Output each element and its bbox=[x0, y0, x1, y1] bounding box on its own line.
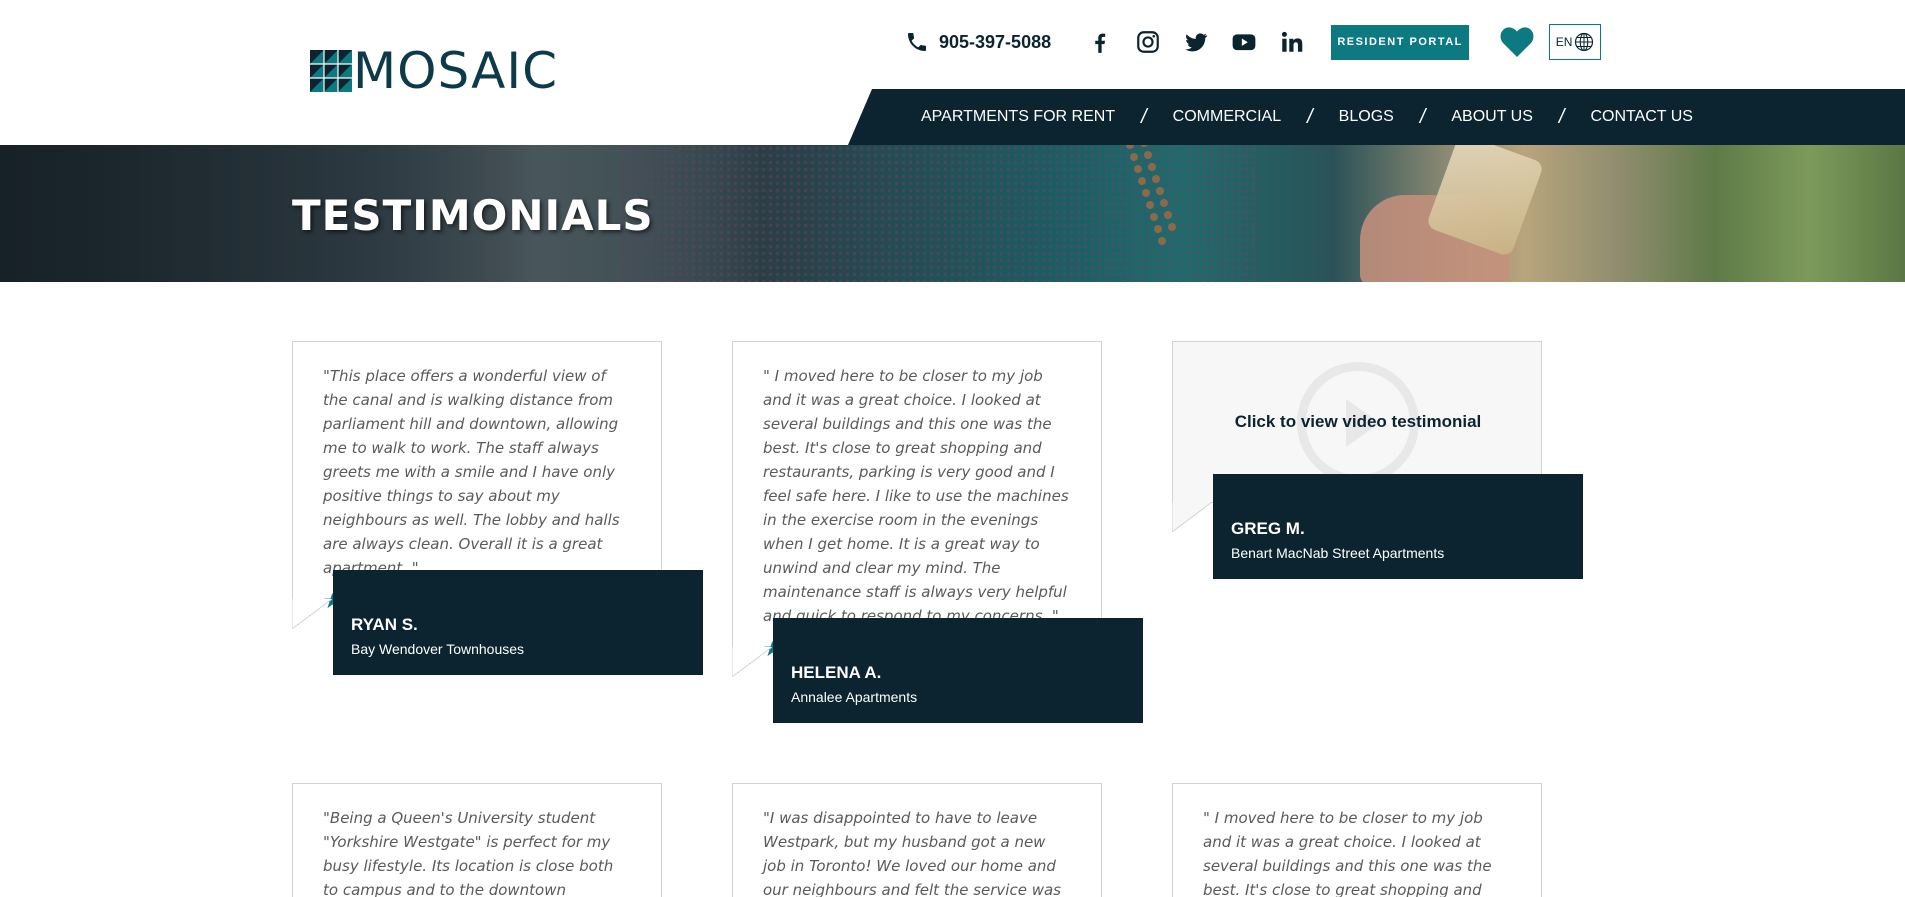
globe-icon bbox=[1575, 32, 1594, 52]
youtube-icon[interactable] bbox=[1229, 27, 1259, 57]
nav-link-commercial[interactable]: COMMERCIAL bbox=[1173, 108, 1281, 126]
author-property[interactable]: Bay Wendover Townhouses bbox=[351, 641, 685, 657]
nav-separator: / bbox=[1141, 105, 1147, 128]
testimonial-box: "Being a Queen's University student "Yor… bbox=[292, 783, 662, 897]
testimonial-box: "I was disappointed to have to leave Wes… bbox=[732, 783, 1102, 897]
nav-link-apartments-for-rent[interactable]: APARTMENTS FOR RENT bbox=[921, 108, 1115, 126]
speech-tail bbox=[732, 647, 772, 677]
favorites-heart-icon[interactable] bbox=[1499, 26, 1535, 58]
author-property[interactable]: Annalee Apartments bbox=[791, 689, 1125, 705]
nav-link-about-us[interactable]: ABOUT US bbox=[1451, 108, 1533, 126]
phone-number: 905-397-5088 bbox=[939, 31, 1052, 52]
author-name: HELENA A. bbox=[791, 663, 882, 682]
testimonial-quote: "This place offers a wonderful view of t… bbox=[323, 367, 620, 577]
page-title: TESTIMONIALS bbox=[292, 191, 654, 240]
author-property[interactable]: Benart MacNab Street Apartments bbox=[1231, 545, 1565, 561]
hero-banner: TESTIMONIALS bbox=[0, 145, 1905, 282]
logo-mark-icon bbox=[310, 50, 352, 92]
necklace-image bbox=[1126, 145, 1176, 245]
speech-tail bbox=[292, 599, 332, 629]
nav-link-contact-us[interactable]: CONTACT US bbox=[1590, 108, 1693, 126]
testimonial-author: RYAN S. Bay Wendover Townhouses bbox=[333, 570, 703, 675]
nav-separator: / bbox=[1307, 105, 1313, 128]
nav-link-blogs[interactable]: BLOGS bbox=[1339, 108, 1394, 126]
mosaic-logo[interactable]: MOSAIC bbox=[310, 46, 558, 96]
phone-link[interactable]: 905-397-5088 bbox=[905, 30, 1051, 54]
site-header: MOSAIC 905-397-5088 RESIDENT PORTAL EN A… bbox=[0, 0, 1905, 145]
nav-item-apartments: APARTMENTS FOR RENT / bbox=[921, 106, 1173, 129]
utility-bar: 905-397-5088 RESIDENT PORTAL EN bbox=[905, 22, 1602, 62]
nav-item-contact: CONTACT US bbox=[1590, 108, 1693, 126]
linkedin-icon[interactable] bbox=[1277, 27, 1307, 57]
video-testimonial-link[interactable]: Click to view video testimonial bbox=[1173, 412, 1543, 432]
testimonial-box: " I moved here to be closer to my job an… bbox=[732, 341, 1102, 677]
author-name: RYAN S. bbox=[351, 615, 418, 634]
testimonial-card: " I moved here to be closer to my job an… bbox=[732, 341, 1143, 723]
video-testimonial-card: Click to view video testimonial GREG M. … bbox=[1172, 341, 1583, 579]
author-name: GREG M. bbox=[1231, 519, 1305, 538]
testimonial-quote: " I moved here to be closer to my job an… bbox=[763, 367, 1069, 625]
nav-separator: / bbox=[1419, 105, 1426, 128]
phone-icon bbox=[908, 33, 926, 51]
testimonial-card: "This place offers a wonderful view of t… bbox=[292, 341, 703, 675]
testimonial-author: HELENA A. Annalee Apartments bbox=[773, 618, 1143, 723]
testimonial-box: " I moved here to be closer to my job an… bbox=[1172, 783, 1542, 897]
nav-item-commercial: COMMERCIAL / bbox=[1173, 106, 1339, 129]
facebook-icon[interactable] bbox=[1085, 27, 1115, 57]
testimonial-card: "Being a Queen's University student "Yor… bbox=[292, 783, 662, 897]
resident-portal-button[interactable]: RESIDENT PORTAL bbox=[1331, 24, 1470, 60]
testimonial-card: " I moved here to be closer to my job an… bbox=[1172, 783, 1542, 897]
social-links bbox=[1085, 27, 1325, 57]
language-label: EN bbox=[1555, 35, 1573, 49]
nav-separator: / bbox=[1558, 105, 1565, 128]
instagram-icon[interactable] bbox=[1133, 27, 1163, 57]
testimonial-box: "This place offers a wonderful view of t… bbox=[292, 341, 662, 629]
language-selector[interactable]: EN bbox=[1549, 24, 1602, 60]
nav-item-about: ABOUT US / bbox=[1451, 106, 1590, 129]
twitter-icon[interactable] bbox=[1181, 27, 1211, 57]
speech-tail bbox=[1172, 502, 1212, 532]
nav-item-blogs: BLOGS / bbox=[1339, 106, 1452, 129]
testimonial-quote: "I was disappointed to have to leave Wes… bbox=[763, 809, 1061, 897]
main-navigation: APARTMENTS FOR RENT / COMMERCIAL / BLOGS / … bbox=[848, 89, 1905, 145]
testimonial-quote: "Being a Queen's University student "Yor… bbox=[323, 809, 614, 897]
logo-wordmark: MOSAIC bbox=[353, 42, 559, 100]
testimonial-author: GREG M. Benart MacNab Street Apartments bbox=[1213, 474, 1583, 579]
testimonial-quote: " I moved here to be closer to my job an… bbox=[1203, 809, 1492, 897]
testimonial-card: "I was disappointed to have to leave Wes… bbox=[732, 783, 1102, 897]
